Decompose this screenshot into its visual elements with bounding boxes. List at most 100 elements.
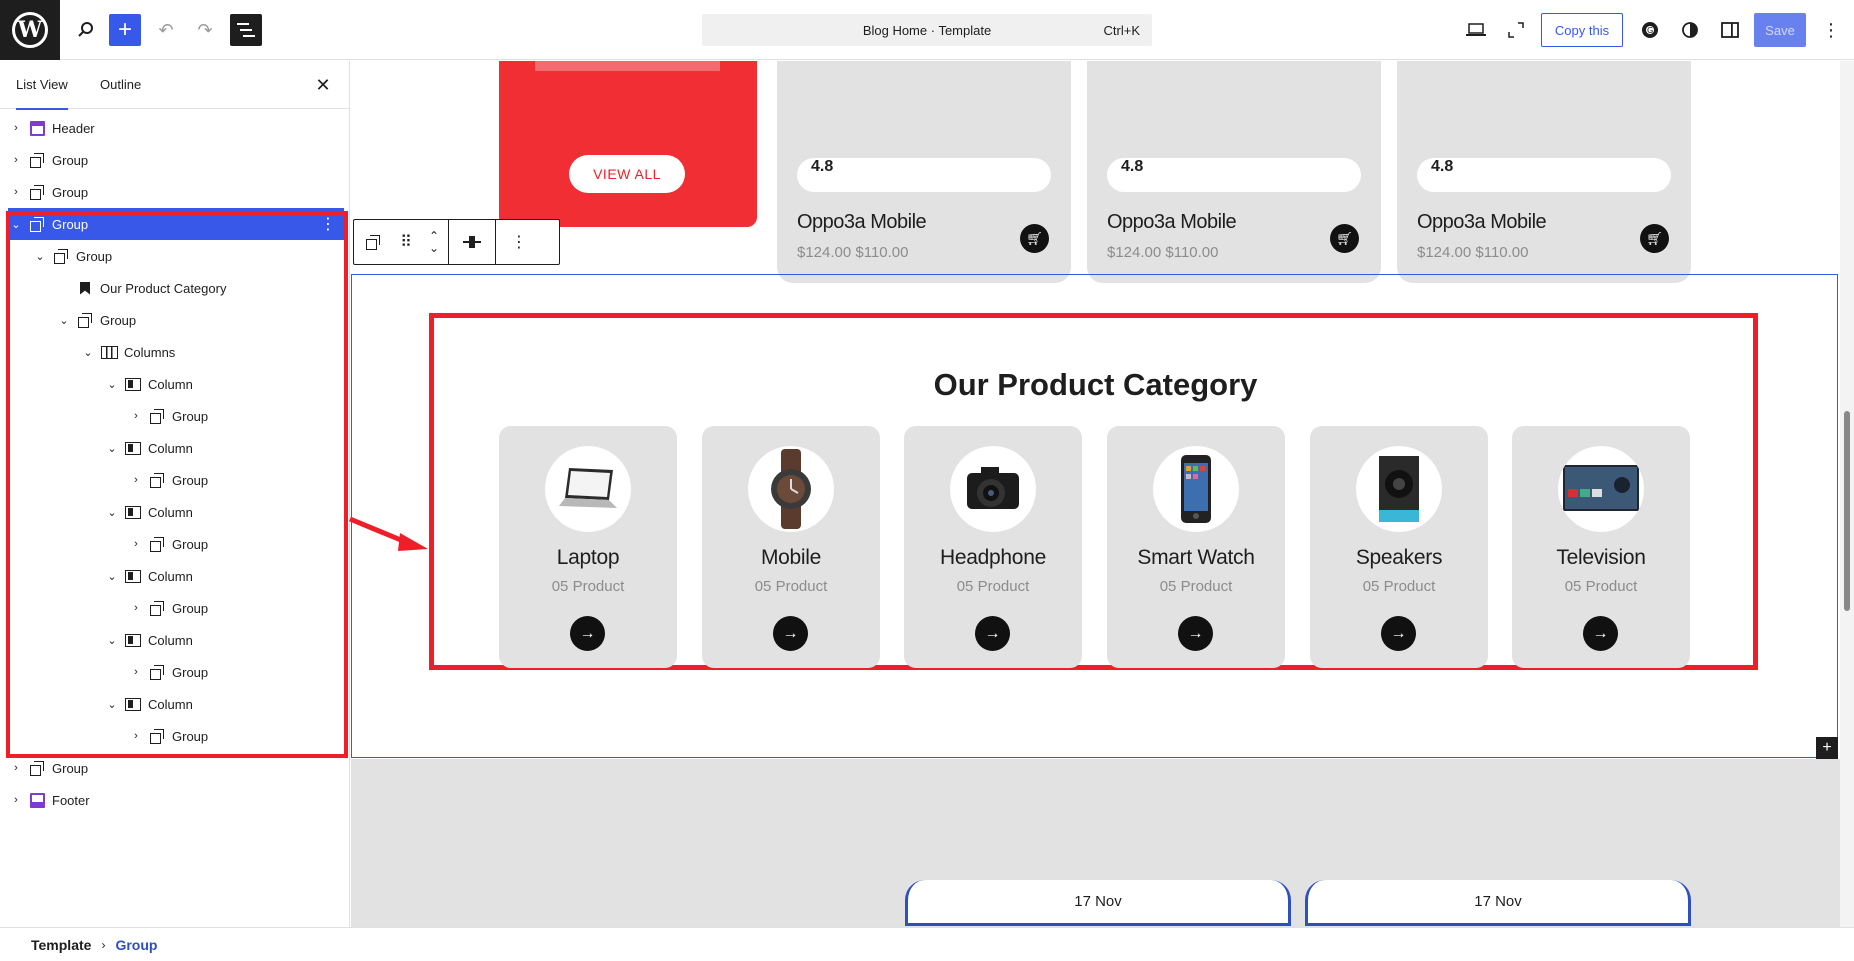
chevron-right-icon[interactable]: › xyxy=(128,730,144,742)
tab-outline[interactable]: Outline xyxy=(100,61,141,109)
chevron-right-icon[interactable]: › xyxy=(128,474,144,486)
list-item[interactable]: › Group xyxy=(0,592,350,624)
list-item[interactable]: › Header xyxy=(0,112,350,144)
list-item[interactable]: › Group xyxy=(0,144,350,176)
breadcrumb-root[interactable]: Template xyxy=(31,937,91,953)
arrow-right-icon[interactable]: → xyxy=(773,616,808,651)
chevron-down-icon[interactable]: ⌄ xyxy=(32,250,48,263)
chevron-right-icon[interactable]: › xyxy=(128,410,144,422)
list-item-label: Group xyxy=(172,664,209,680)
list-item[interactable]: › Group xyxy=(0,656,350,688)
list-item[interactable]: ⌄ Group xyxy=(0,304,350,336)
undo-icon[interactable]: ↶ xyxy=(150,14,182,46)
document-overview-button[interactable] xyxy=(230,14,262,46)
list-item[interactable]: › Group xyxy=(0,400,350,432)
view-all-button[interactable]: VIEW ALL xyxy=(569,155,685,193)
category-card[interactable]: Mobile 05 Product → xyxy=(702,426,880,668)
chevron-down-icon[interactable]: ⌄ xyxy=(104,442,120,455)
move-up-down-icon[interactable]: ⌃ ⌄ xyxy=(420,220,448,264)
command-palette-bar[interactable]: Blog Home · Template Ctrl+K xyxy=(702,14,1152,46)
category-name: Mobile xyxy=(760,546,822,569)
chevron-right-icon[interactable]: › xyxy=(8,186,24,198)
tab-list-view[interactable]: List View xyxy=(16,61,68,110)
plugin-gear-icon[interactable]: G xyxy=(1634,14,1666,46)
list-item[interactable]: ⌄ Group xyxy=(0,240,350,272)
redo-icon[interactable]: ↷ xyxy=(189,14,221,46)
list-item[interactable]: ⌄ Column xyxy=(0,432,350,464)
cart-icon[interactable]: 🛒︎ xyxy=(1020,224,1049,253)
fullscreen-icon[interactable] xyxy=(1500,14,1532,46)
list-item-label: Group xyxy=(52,760,89,776)
scrollbar-thumb[interactable] xyxy=(1844,411,1850,611)
chevron-down-icon[interactable]: ⌄ xyxy=(8,218,24,231)
category-card[interactable]: Television 05 Product → xyxy=(1512,426,1690,668)
list-item[interactable]: › Group xyxy=(0,752,350,784)
list-item[interactable]: ⌄ Column xyxy=(0,624,350,656)
list-item[interactable]: › Group xyxy=(0,464,350,496)
chevron-right-icon[interactable]: › xyxy=(8,762,24,774)
list-item[interactable]: ⌄ Column xyxy=(0,688,350,720)
block-options-icon[interactable]: ⋮ xyxy=(496,220,542,264)
arrow-right-icon[interactable]: → xyxy=(975,616,1010,651)
list-item[interactable]: Our Product Category xyxy=(0,272,350,304)
save-button[interactable]: Save xyxy=(1754,13,1806,47)
device-preview-icon[interactable] xyxy=(1460,14,1492,46)
category-card[interactable]: Speakers 05 Product → xyxy=(1310,426,1488,668)
canvas-scrollbar[interactable] xyxy=(1840,61,1854,927)
list-item-label: Our Product Category xyxy=(100,280,227,296)
list-item[interactable]: › Group xyxy=(0,720,350,752)
arrow-right-icon[interactable]: → xyxy=(1583,616,1618,651)
list-item[interactable]: › Group xyxy=(0,176,350,208)
styles-contrast-icon[interactable] xyxy=(1674,14,1706,46)
block-options-icon[interactable]: ⋮ xyxy=(320,214,336,234)
chevron-down-icon[interactable]: ⌄ xyxy=(104,570,120,583)
list-item[interactable]: ⌄ Column xyxy=(0,496,350,528)
chevron-down-icon[interactable]: ⌄ xyxy=(104,378,120,391)
chevron-down-icon[interactable]: ⌄ xyxy=(104,634,120,647)
category-card[interactable]: Laptop 05 Product → xyxy=(499,426,677,668)
chevron-right-icon[interactable]: › xyxy=(128,666,144,678)
search-icon[interactable] xyxy=(70,14,102,46)
chevron-right-icon[interactable]: › xyxy=(8,154,24,166)
chevron-down-icon[interactable]: ⌄ xyxy=(80,346,96,359)
chevron-down-icon[interactable]: ⌄ xyxy=(104,698,120,711)
heading-bookmark-icon xyxy=(76,279,94,297)
cart-icon[interactable]: 🛒︎ xyxy=(1330,224,1359,253)
block-inserter-button[interactable]: + xyxy=(1816,737,1838,759)
chevron-right-icon[interactable]: › xyxy=(8,794,24,806)
chevron-down-icon[interactable]: ⌄ xyxy=(56,314,72,327)
group-icon xyxy=(148,535,166,553)
category-card[interactable]: Headphone 05 Product → xyxy=(904,426,1082,668)
close-icon[interactable]: ✕ xyxy=(311,73,335,97)
category-name: Laptop xyxy=(556,546,620,569)
list-item[interactable]: ⌄ Columns xyxy=(0,336,350,368)
copy-this-button[interactable]: Copy this xyxy=(1541,13,1623,47)
list-item[interactable]: › Group xyxy=(0,528,350,560)
arrow-right-icon[interactable]: → xyxy=(1381,616,1416,651)
category-count: 05 Product xyxy=(1362,578,1436,595)
breadcrumb-current[interactable]: Group xyxy=(115,937,157,953)
cart-icon[interactable]: 🛒︎ xyxy=(1640,224,1669,253)
add-block-button[interactable]: + xyxy=(109,14,141,46)
list-item[interactable]: › Footer xyxy=(0,784,350,816)
wordpress-logo-button[interactable]: W xyxy=(0,0,60,60)
arrow-right-icon[interactable]: → xyxy=(1178,616,1213,651)
align-icon[interactable] xyxy=(449,220,495,264)
chevron-right-icon[interactable]: › xyxy=(128,538,144,550)
list-item[interactable]: ⌄ Column xyxy=(0,368,350,400)
options-more-icon[interactable]: ⋮ xyxy=(1815,14,1847,46)
group-icon[interactable] xyxy=(354,220,392,264)
category-card[interactable]: Smart Watch 05 Product → xyxy=(1107,426,1285,668)
chevron-down-icon[interactable]: ⌄ xyxy=(104,506,120,519)
group-icon xyxy=(148,727,166,745)
product-card[interactable]: 4.8 Oppo3a Mobile $124.00 $110.00 🛒︎ xyxy=(1397,61,1691,283)
product-card[interactable]: 4.8 Oppo3a Mobile $124.00 $110.00 🛒︎ xyxy=(777,61,1071,283)
arrow-right-icon[interactable]: → xyxy=(570,616,605,651)
list-item-selected[interactable]: ⌄ Group ⋮ xyxy=(8,208,344,240)
chevron-right-icon[interactable]: › xyxy=(8,122,24,134)
list-item[interactable]: ⌄ Column xyxy=(0,560,350,592)
settings-sidebar-icon[interactable] xyxy=(1714,14,1746,46)
drag-handle-icon[interactable]: ⠿ xyxy=(392,220,420,264)
product-card[interactable]: 4.8 Oppo3a Mobile $124.00 $110.00 🛒︎ xyxy=(1087,61,1381,283)
chevron-right-icon[interactable]: › xyxy=(128,602,144,614)
